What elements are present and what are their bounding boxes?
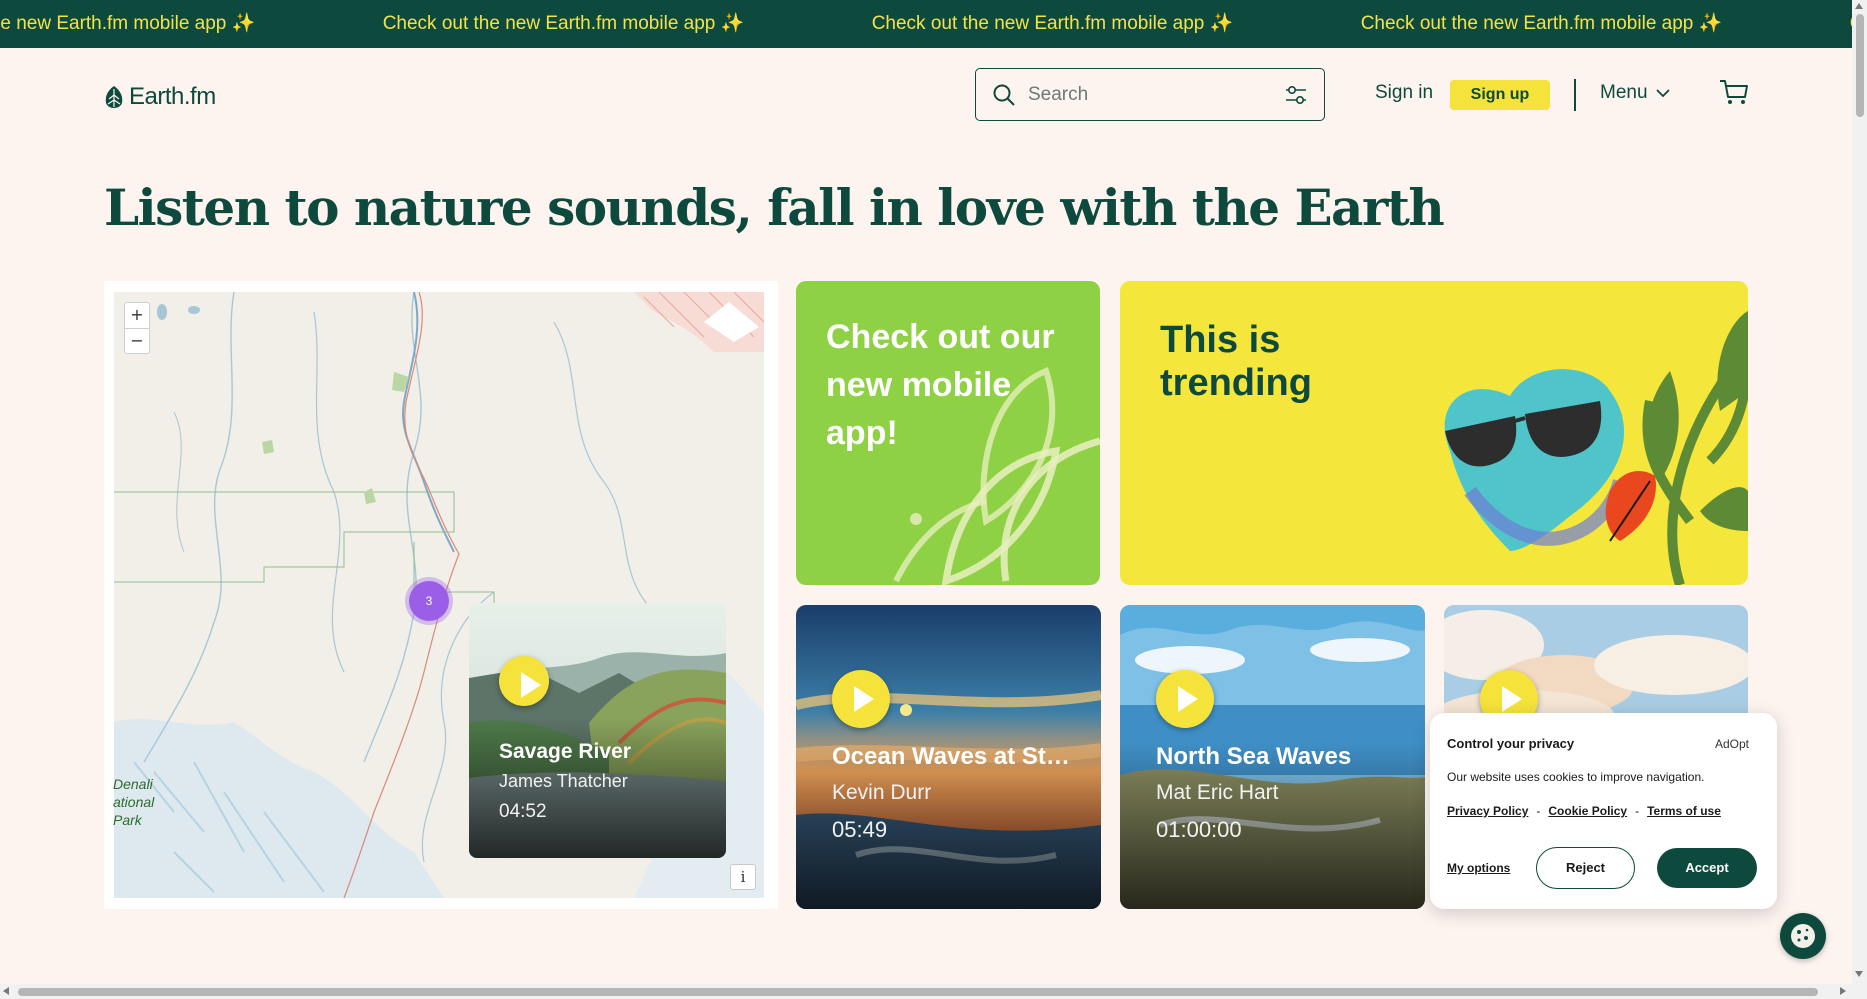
cookie-settings-button[interactable] <box>1780 913 1826 959</box>
sound-card[interactable]: North Sea Waves Mat Eric Hart 01:00:00 <box>1120 605 1425 909</box>
cart-button[interactable] <box>1719 78 1749 111</box>
search-input[interactable] <box>1016 83 1284 106</box>
park-label-line: Denali <box>113 776 153 792</box>
logo[interactable]: Earth.fm <box>103 82 216 112</box>
map-cluster-marker[interactable]: 3 <box>409 581 449 621</box>
play-button[interactable] <box>499 656 549 706</box>
scroll-right-icon[interactable] <box>1840 987 1846 995</box>
menu-label: Menu <box>1600 82 1648 103</box>
app-promo-title: Check out our new mobile app! <box>826 318 1055 452</box>
announcement-bar[interactable]: Check out the new Earth.fm mobile app ✨ … <box>0 0 1852 48</box>
card-title: Savage River <box>499 740 631 763</box>
horizontal-scroll-thumb[interactable] <box>18 988 1818 996</box>
map-popup-card[interactable]: Savage River James Thatcher 04:52 <box>469 603 726 858</box>
zoom-in-button[interactable]: + <box>125 303 149 328</box>
privacy-policy-link[interactable]: Privacy Policy <box>1447 804 1528 818</box>
vertical-scroll-thumb[interactable] <box>1856 14 1864 117</box>
scroll-down-icon[interactable] <box>1855 971 1863 977</box>
scroll-left-icon[interactable] <box>3 987 9 995</box>
page-title: Listen to nature sounds, fall in love wi… <box>104 178 1445 237</box>
cookie-banner: Control your privacy AdOpt Our website u… <box>1430 713 1777 909</box>
map-park-label: Denali ational Park <box>113 775 154 829</box>
menu-button[interactable]: Menu <box>1600 82 1670 104</box>
cookie-policy-link[interactable]: Cookie Policy <box>1548 804 1627 818</box>
card-title: North Sea Waves <box>1156 743 1352 770</box>
play-button[interactable] <box>1156 670 1214 728</box>
horizontal-scrollbar[interactable] <box>0 984 1852 999</box>
vertical-scrollbar[interactable] <box>1852 0 1867 999</box>
sound-card[interactable]: Ocean Waves at St… Kevin Durr 05:49 <box>796 605 1101 909</box>
announcement-item[interactable]: Check out the new Earth.fm mobile app ✨ <box>808 0 1297 48</box>
announcement-item[interactable]: Check out the new Earth.fm mobile app ✨ <box>0 0 319 48</box>
app-promo-tile[interactable]: Check out our new mobile app! <box>796 281 1100 585</box>
accept-button[interactable]: Accept <box>1657 848 1757 888</box>
cookie-title: Control your privacy <box>1447 736 1575 751</box>
search-box[interactable] <box>975 68 1325 121</box>
play-button[interactable] <box>832 670 890 728</box>
card-artist: Kevin Durr <box>832 781 932 804</box>
scroll-up-icon[interactable] <box>1855 3 1863 9</box>
cookie-text: Our website uses cookies to improve navi… <box>1447 770 1705 784</box>
trending-title: This is trending <box>1160 319 1312 404</box>
card-artist: James Thatcher <box>499 771 628 791</box>
link-separator: - <box>1635 804 1640 818</box>
card-duration: 05:49 <box>832 817 888 842</box>
filter-icon[interactable] <box>1284 84 1308 106</box>
announcement-item[interactable]: Check out the new Earth.fm mobile app ✨ <box>1786 0 1852 48</box>
nav-divider <box>1574 79 1576 111</box>
cookie-icon <box>1791 924 1815 948</box>
card-artist: Mat Eric Hart <box>1156 781 1279 804</box>
trending-tile[interactable]: This is trending <box>1120 281 1748 585</box>
cookie-brand[interactable]: AdOpt <box>1715 737 1749 751</box>
signin-link[interactable]: Sign in <box>1375 82 1433 104</box>
map-zoom-control: + − <box>124 302 150 354</box>
card-duration: 01:00:00 <box>1156 817 1242 842</box>
cart-icon <box>1720 80 1748 104</box>
logo-text: Earth.fm <box>129 83 216 110</box>
search-icon <box>993 84 1015 106</box>
card-duration: 04:52 <box>499 801 547 822</box>
link-separator: - <box>1536 804 1541 818</box>
leaf-logo-icon <box>105 86 123 108</box>
cookie-links: Privacy Policy - Cookie Policy - Terms o… <box>1447 804 1721 818</box>
announcement-item[interactable]: Check out the new Earth.fm mobile app ✨ <box>319 0 808 48</box>
map-info-button[interactable]: i <box>730 864 756 890</box>
my-options-link[interactable]: My options <box>1447 861 1510 875</box>
terms-of-use-link[interactable]: Terms of use <box>1647 804 1721 818</box>
signup-button[interactable]: Sign up <box>1450 80 1550 110</box>
chevron-down-icon <box>1655 88 1670 97</box>
announcement-item[interactable]: Check out the new Earth.fm mobile app ✨ <box>1297 0 1786 48</box>
park-label-line: Park <box>113 812 142 828</box>
zoom-out-button[interactable]: − <box>125 328 149 353</box>
reject-button[interactable]: Reject <box>1536 847 1635 889</box>
park-label-line: ational <box>113 794 155 810</box>
card-title: Ocean Waves at St… <box>832 743 1070 770</box>
